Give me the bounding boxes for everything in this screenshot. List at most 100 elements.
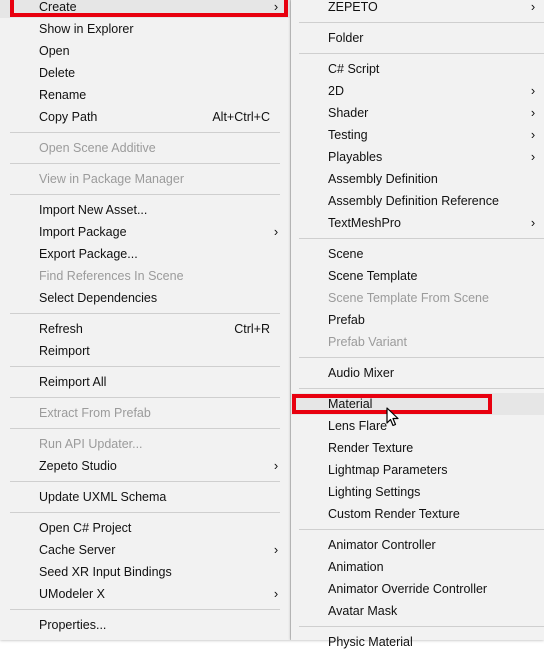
menu-item-label: ZEPETO — [328, 0, 378, 14]
menu-item-label: Prefab Variant — [328, 335, 407, 349]
submenu-item-textmeshpro[interactable]: TextMeshPro › — [291, 212, 544, 234]
submenu-item-custom-render-texture[interactable]: Custom Render Texture — [291, 503, 544, 525]
menu-item-refresh[interactable]: Refresh Ctrl+R — [0, 318, 290, 340]
menu-item-properties[interactable]: Properties... — [0, 614, 290, 636]
menu-separator — [299, 626, 544, 627]
submenu-item-csharp-script[interactable]: C# Script — [291, 58, 544, 80]
menu-item-label: Open C# Project — [39, 521, 132, 535]
submenu-item-zepeto[interactable]: ZEPETO › — [291, 0, 544, 18]
menu-item-reimport[interactable]: Reimport — [0, 340, 290, 362]
chevron-right-icon: › — [530, 105, 536, 120]
submenu-item-2d[interactable]: 2D › — [291, 80, 544, 102]
menu-item-import-new-asset[interactable]: Import New Asset... — [0, 199, 290, 221]
submenu-item-testing[interactable]: Testing › — [291, 124, 544, 146]
menu-item-label: Cache Server — [39, 543, 116, 557]
menu-item-label: Audio Mixer — [328, 366, 394, 380]
chevron-right-icon: › — [530, 127, 536, 142]
menu-item-label: Animator Override Controller — [328, 582, 488, 596]
menu-separator — [299, 357, 544, 358]
chevron-right-icon: › — [273, 586, 279, 601]
submenu-item-scene-template-from-scene: Scene Template From Scene — [291, 287, 544, 309]
menu-item-label: Prefab — [328, 313, 365, 327]
submenu-item-physic-material[interactable]: Physic Material — [291, 631, 544, 653]
submenu-item-render-texture[interactable]: Render Texture — [291, 437, 544, 459]
menu-item-label: Animation — [328, 560, 384, 574]
menu-item-label: Seed XR Input Bindings — [39, 565, 172, 579]
menu-separator — [10, 397, 280, 398]
menu-item-label: Rename — [39, 88, 87, 102]
menu-item-extract-from-prefab: Extract From Prefab — [0, 402, 290, 424]
submenu-item-lightmap-parameters[interactable]: Lightmap Parameters — [291, 459, 544, 481]
menu-item-rename[interactable]: Rename — [0, 84, 290, 106]
submenu-item-prefab-variant: Prefab Variant — [291, 331, 544, 353]
menu-item-label: Select Dependencies — [39, 291, 158, 305]
submenu-item-folder[interactable]: Folder — [291, 27, 544, 49]
menu-item-label: Scene Template From Scene — [328, 291, 489, 305]
menu-item-label: Assembly Definition — [328, 172, 438, 186]
menu-item-label: Testing — [328, 128, 368, 142]
menu-item-label: Zepeto Studio — [39, 459, 117, 473]
menu-item-seed-xr-input-bindings[interactable]: Seed XR Input Bindings — [0, 561, 290, 583]
menu-separator — [10, 194, 280, 195]
menu-item-label: Find References In Scene — [39, 269, 184, 283]
menu-item-label: Avatar Mask — [328, 604, 398, 618]
submenu-item-lighting-settings[interactable]: Lighting Settings — [291, 481, 544, 503]
menu-separator — [299, 529, 544, 530]
menu-item-umodeler-x[interactable]: UModeler X › — [0, 583, 290, 605]
submenu-item-scene[interactable]: Scene — [291, 243, 544, 265]
chevron-right-icon: › — [530, 0, 536, 14]
menu-item-zepeto-studio[interactable]: Zepeto Studio › — [0, 455, 290, 477]
menu-item-open[interactable]: Open — [0, 40, 290, 62]
menu-item-open-csharp-project[interactable]: Open C# Project — [0, 517, 290, 539]
menu-item-view-in-package-manager: View in Package Manager — [0, 168, 290, 190]
menu-item-open-scene-additive: Open Scene Additive — [0, 137, 290, 159]
chevron-right-icon: › — [530, 215, 536, 230]
menu-item-label: Animator Controller — [328, 538, 436, 552]
menu-item-label: Reimport — [39, 344, 90, 358]
menu-item-label: View in Package Manager — [39, 172, 184, 186]
menu-item-select-dependencies[interactable]: Select Dependencies — [0, 287, 290, 309]
menu-item-import-package[interactable]: Import Package › — [0, 221, 290, 243]
menu-item-copy-path[interactable]: Copy Path Alt+Ctrl+C — [0, 106, 290, 128]
menu-item-reimport-all[interactable]: Reimport All — [0, 371, 290, 393]
menu-item-find-references: Find References In Scene — [0, 265, 290, 287]
menu-separator — [299, 388, 544, 389]
menu-item-label: Lightmap Parameters — [328, 463, 448, 477]
menu-item-label: C# Script — [328, 62, 380, 76]
menu-item-show-in-explorer[interactable]: Show in Explorer — [0, 18, 290, 40]
menu-item-label: Export Package... — [39, 247, 138, 261]
menu-item-label: Lighting Settings — [328, 485, 421, 499]
chevron-right-icon: › — [530, 149, 536, 164]
submenu-item-animator-controller[interactable]: Animator Controller — [291, 534, 544, 556]
chevron-right-icon: › — [530, 83, 536, 98]
submenu-item-prefab[interactable]: Prefab — [291, 309, 544, 331]
menu-separator — [10, 132, 280, 133]
create-submenu: ZEPETO › Folder C# Script 2D › Shader › … — [291, 0, 544, 649]
submenu-item-audio-mixer[interactable]: Audio Mixer — [291, 362, 544, 384]
submenu-item-animation[interactable]: Animation — [291, 556, 544, 578]
menu-item-update-uxml-schema[interactable]: Update UXML Schema — [0, 486, 290, 508]
highlight-box-create — [10, 0, 288, 17]
menu-item-export-package[interactable]: Export Package... — [0, 243, 290, 265]
menu-separator — [10, 512, 280, 513]
menu-item-label: Render Texture — [328, 441, 414, 455]
submenu-item-assembly-definition[interactable]: Assembly Definition — [291, 168, 544, 190]
menu-item-label: Physic Material — [328, 635, 413, 649]
menu-item-label: Extract From Prefab — [39, 406, 151, 420]
submenu-item-assembly-definition-reference[interactable]: Assembly Definition Reference — [291, 190, 544, 212]
submenu-item-avatar-mask[interactable]: Avatar Mask — [291, 600, 544, 622]
chevron-right-icon: › — [273, 224, 279, 239]
menu-item-label: Playables — [328, 150, 383, 164]
submenu-item-playables[interactable]: Playables › — [291, 146, 544, 168]
menu-item-delete[interactable]: Delete — [0, 62, 290, 84]
menu-item-label: Custom Render Texture — [328, 507, 460, 521]
shortcut-label: Alt+Ctrl+C — [212, 110, 270, 124]
menu-item-label: Scene — [328, 247, 364, 261]
submenu-item-animator-override-controller[interactable]: Animator Override Controller — [291, 578, 544, 600]
submenu-item-lens-flare[interactable]: Lens Flare — [291, 415, 544, 437]
menu-item-label: 2D — [328, 84, 344, 98]
submenu-item-scene-template[interactable]: Scene Template — [291, 265, 544, 287]
menu-item-cache-server[interactable]: Cache Server › — [0, 539, 290, 561]
mouse-pointer-icon — [386, 407, 399, 427]
submenu-item-shader[interactable]: Shader › — [291, 102, 544, 124]
